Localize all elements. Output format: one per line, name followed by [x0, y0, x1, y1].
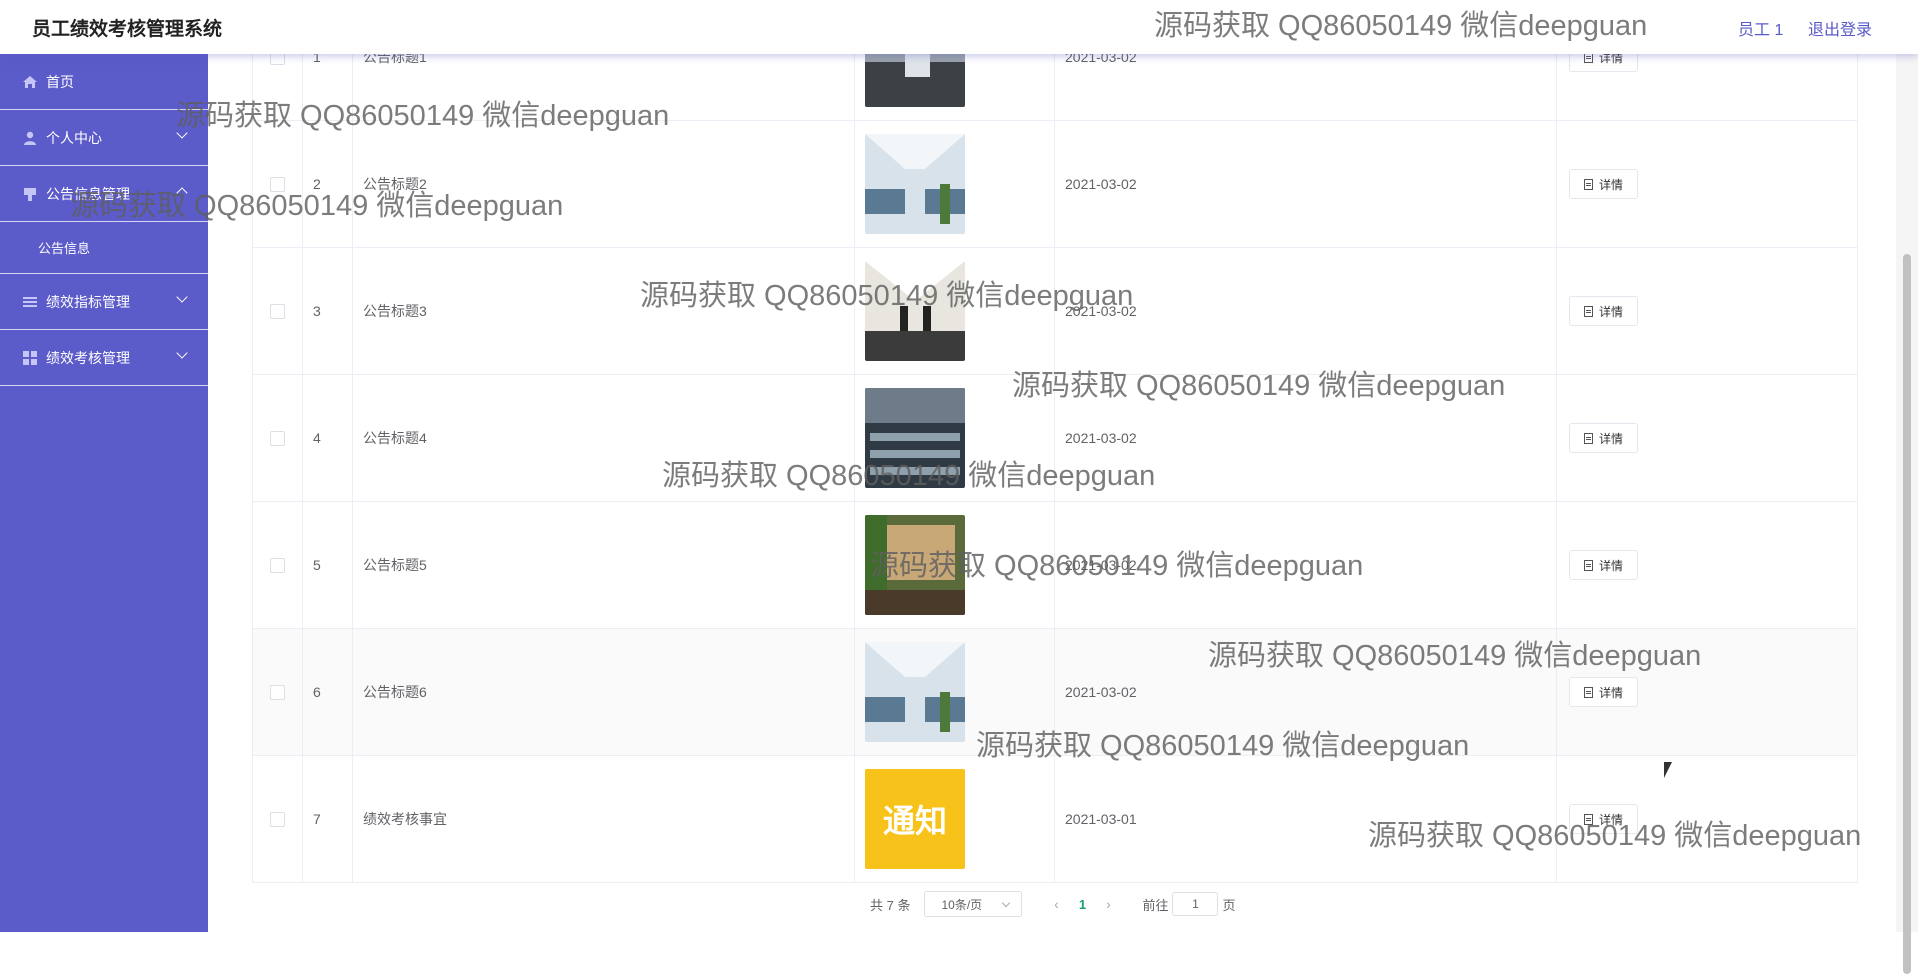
row-title: 公告标题3 — [353, 248, 855, 374]
sidebar-item-profile[interactable]: 个人中心 — [0, 110, 208, 166]
notice-thumbnail: 通知 — [865, 769, 965, 869]
detail-button[interactable]: 详情 — [1569, 804, 1639, 834]
row-title: 公告标题5 — [353, 502, 855, 628]
notice-table: 1 公告标题1 2021-03-02 详情 2 公告标题2 2021-03-02 — [252, 0, 1858, 883]
app-title: 员工绩效考核管理系统 — [32, 19, 223, 40]
row-date: 2021-03-02 — [1055, 629, 1557, 755]
detail-button[interactable]: 详情 — [1569, 550, 1639, 580]
sidebar-item-label: 个人中心 — [46, 129, 102, 146]
main-content: 1 公告标题1 2021-03-02 详情 2 公告标题2 2021-03-02 — [208, 0, 1896, 932]
sidebar-item-notice-management[interactable]: 公告信息管理 — [0, 166, 208, 222]
document-icon — [1584, 178, 1593, 190]
table-row: 2 公告标题2 2021-03-02 详情 — [253, 121, 1857, 248]
next-page-button[interactable]: › — [1094, 896, 1122, 912]
vertical-scrollbar[interactable] — [1896, 54, 1918, 974]
sidebar-item-appraisal-management[interactable]: 绩效考核管理 — [0, 330, 208, 386]
sidebar-subitem-notice-info[interactable]: 公告信息 — [0, 222, 208, 274]
row-checkbox[interactable] — [270, 557, 285, 573]
row-title: 公告标题2 — [353, 121, 855, 247]
top-header: 员工绩效考核管理系统 员工 1 退出登录 — [0, 0, 1918, 54]
grid-icon — [23, 350, 37, 365]
row-checkbox[interactable] — [270, 430, 285, 446]
list-icon — [23, 296, 37, 307]
table-row: 7 绩效考核事宜 通知 2021-03-01 详情 — [253, 756, 1857, 883]
detail-button[interactable]: 详情 — [1569, 169, 1639, 199]
row-checkbox[interactable] — [270, 303, 285, 319]
row-date: 2021-03-02 — [1055, 248, 1557, 374]
table-row: 5 公告标题5 2021-03-02 详情 — [253, 502, 1857, 629]
row-index: 7 — [303, 756, 353, 882]
table-row: 3 公告标题3 2021-03-02 详情 — [253, 248, 1857, 375]
detail-button[interactable]: 详情 — [1569, 296, 1639, 326]
detail-button[interactable]: 详情 — [1569, 423, 1639, 453]
prev-page-button[interactable]: ‹ — [1042, 896, 1070, 912]
user-icon — [24, 131, 36, 145]
sidebar-item-label: 绩效指标管理 — [46, 293, 130, 310]
document-icon — [1584, 305, 1593, 317]
sidebar-item-label: 首页 — [46, 73, 74, 90]
notice-thumbnail — [865, 261, 965, 361]
goto-page-input[interactable] — [1172, 892, 1219, 916]
sidebar: 首页 个人中心 公告信息管理 公告信息 绩效指标管理 绩效考核管理 — [0, 54, 208, 932]
row-title: 绩效考核事宜 — [353, 756, 855, 882]
bulletin-icon — [24, 187, 36, 201]
row-index: 5 — [303, 502, 353, 628]
table-row: 6 公告标题6 2021-03-02 详情 — [253, 629, 1857, 756]
sidebar-item-kpi-management[interactable]: 绩效指标管理 — [0, 274, 208, 330]
row-checkbox[interactable] — [270, 684, 285, 700]
page-number-1[interactable]: 1 — [1070, 897, 1094, 912]
goto-label: 前往 — [1142, 897, 1169, 913]
logout-link[interactable]: 退出登录 — [1808, 16, 1872, 40]
chevron-up-icon — [176, 187, 188, 199]
document-icon — [1584, 686, 1593, 698]
chevron-down-icon — [176, 291, 188, 303]
chevron-down-icon — [176, 127, 188, 139]
notice-image-text: 通知 — [882, 802, 947, 840]
row-date: 2021-03-01 — [1055, 756, 1557, 882]
row-title: 公告标题4 — [353, 375, 855, 501]
row-index: 4 — [303, 375, 353, 501]
notice-thumbnail — [865, 515, 965, 615]
home-icon — [23, 75, 37, 88]
row-checkbox[interactable] — [270, 176, 285, 192]
table-row: 4 公告标题4 2021-03-02 详情 — [253, 375, 1857, 502]
pagination-total: 共 7 条 — [870, 897, 911, 913]
row-checkbox[interactable] — [270, 811, 285, 827]
document-icon — [1584, 813, 1593, 825]
row-index: 2 — [303, 121, 353, 247]
scrollbar-thumb[interactable] — [1903, 254, 1911, 974]
row-date: 2021-03-02 — [1055, 502, 1557, 628]
notice-thumbnail — [865, 134, 965, 234]
row-date: 2021-03-02 — [1055, 375, 1557, 501]
row-index: 3 — [303, 248, 353, 374]
chevron-down-icon — [176, 347, 188, 359]
document-icon — [1584, 432, 1593, 444]
row-title: 公告标题6 — [353, 629, 855, 755]
pagination: 共 7 条 10条/页 ‹ 1 › 前往 页 — [870, 890, 1236, 918]
notice-thumbnail — [865, 642, 965, 742]
row-index: 6 — [303, 629, 353, 755]
document-icon — [1584, 559, 1593, 571]
current-user[interactable]: 员工 1 — [1738, 16, 1783, 40]
sidebar-item-home[interactable]: 首页 — [0, 54, 208, 110]
goto-suffix: 页 — [1222, 897, 1236, 913]
sidebar-item-label: 公告信息管理 — [46, 185, 130, 202]
notice-thumbnail — [865, 388, 965, 488]
row-date: 2021-03-02 — [1055, 121, 1557, 247]
detail-button[interactable]: 详情 — [1569, 677, 1639, 707]
sidebar-item-label: 绩效考核管理 — [46, 349, 130, 366]
page-size-select[interactable]: 10条/页 — [924, 891, 1023, 917]
mouse-cursor-icon — [1664, 762, 1678, 778]
